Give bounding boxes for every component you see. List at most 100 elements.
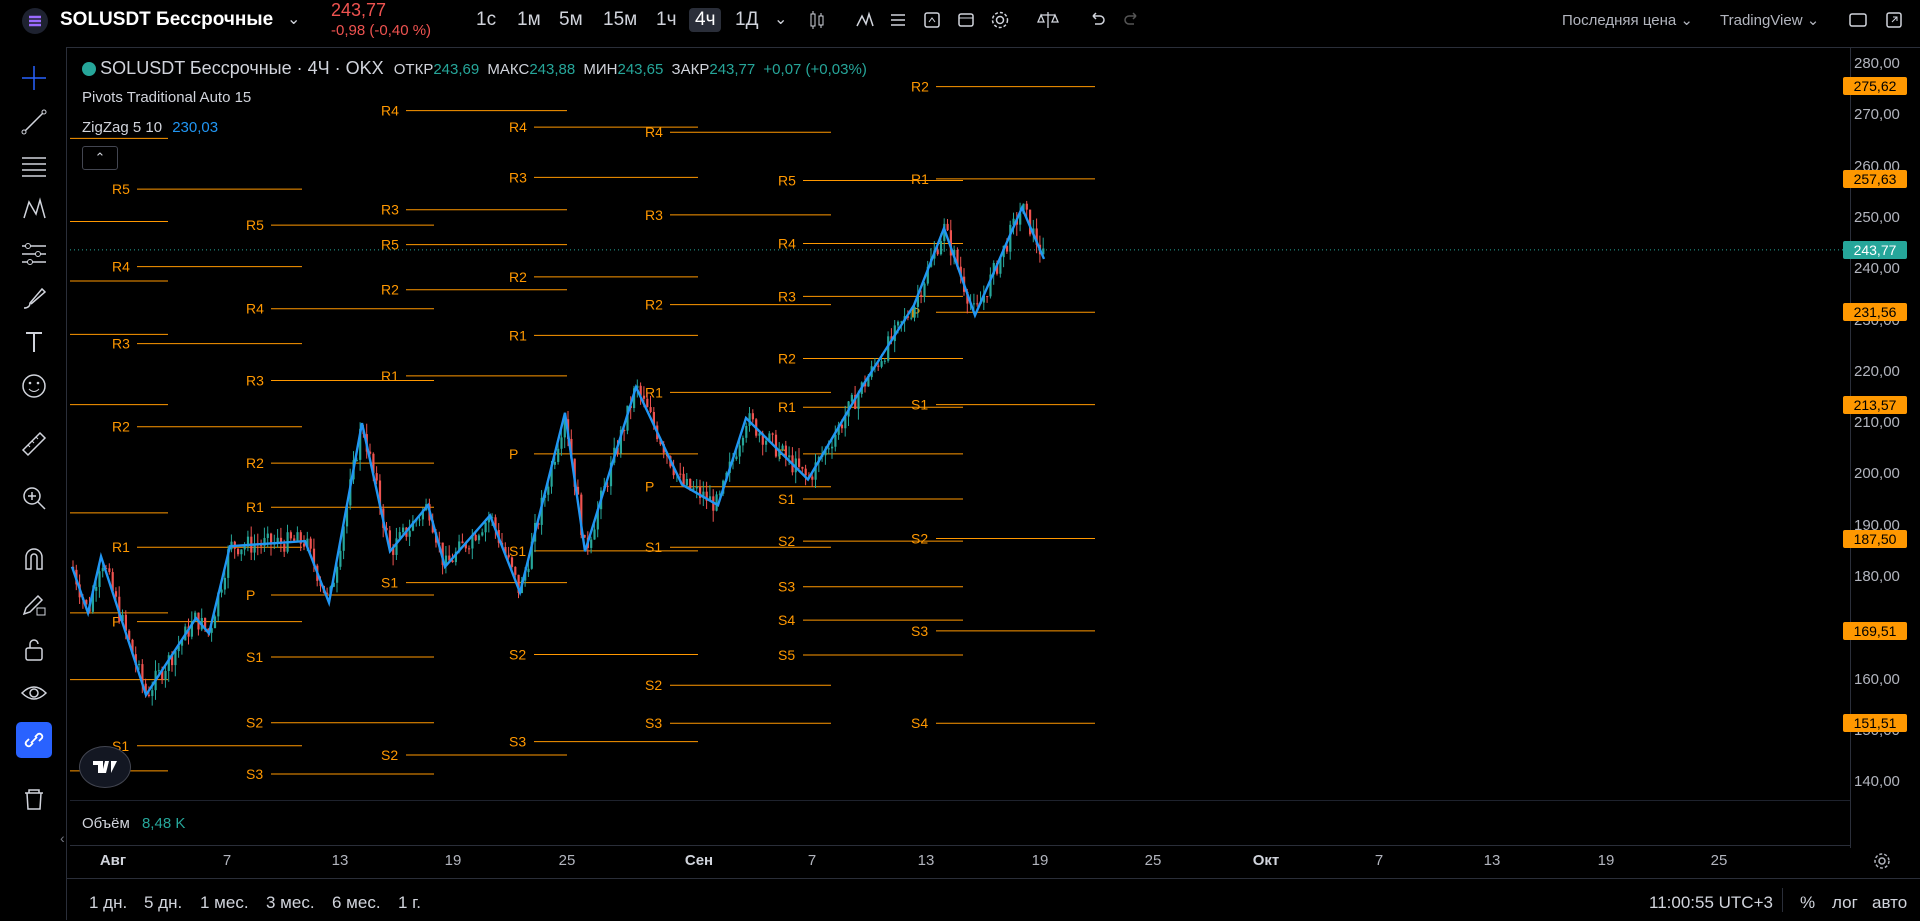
candle-body xyxy=(913,306,916,318)
range-6m[interactable]: 6 мес. xyxy=(332,893,381,913)
last-price: 243,77 xyxy=(331,0,387,20)
magnet-icon[interactable] xyxy=(16,541,52,577)
crosshair-icon[interactable] xyxy=(16,60,52,96)
candle-body xyxy=(685,478,688,486)
eye-icon[interactable] xyxy=(16,675,52,711)
candle-body xyxy=(593,529,596,540)
pivot-level-label: S2 xyxy=(911,531,928,547)
candle-body xyxy=(289,532,292,539)
settings-gear-icon[interactable] xyxy=(986,6,1014,34)
candles-type-icon[interactable] xyxy=(803,6,831,34)
timeframe-1m[interactable]: 1м xyxy=(511,8,547,32)
pivot-level-label: R2 xyxy=(381,282,399,298)
timeframe-1h[interactable]: 1ч xyxy=(650,8,682,32)
clock-timezone[interactable]: 11:00:55 UTC+3 xyxy=(1649,893,1773,913)
candle-body xyxy=(883,360,886,362)
pivot-level-label: S1 xyxy=(778,491,795,507)
trend-line-icon[interactable] xyxy=(16,104,52,140)
pivot-level-label: R3 xyxy=(778,288,796,304)
pivot-level-label: S3 xyxy=(509,734,526,750)
price-level-badge: 231,56 xyxy=(1843,303,1907,322)
ruler-icon[interactable] xyxy=(16,426,52,462)
redo-icon[interactable] xyxy=(1118,6,1146,34)
candle-body xyxy=(877,365,880,367)
symbol-logo-icon[interactable] xyxy=(22,8,48,34)
price-change: -0,98 (-0,40 %) xyxy=(331,22,432,39)
legend-zigzag[interactable]: ZigZag 5 10 230,03 xyxy=(82,119,218,136)
brush-icon[interactable] xyxy=(16,280,52,316)
range-1d[interactable]: 1 дн. xyxy=(89,893,127,913)
emoji-icon[interactable] xyxy=(16,368,52,404)
fib-levels-icon[interactable] xyxy=(16,148,52,184)
timeframe-1s[interactable]: 1с xyxy=(470,8,502,32)
price-tick-label: 200,00 xyxy=(1854,465,1900,483)
tradingview-logo-icon[interactable] xyxy=(79,746,131,788)
candle-body xyxy=(920,295,923,297)
trash-icon[interactable] xyxy=(16,781,52,817)
candle-body xyxy=(243,546,246,550)
zoom-in-icon[interactable] xyxy=(16,480,52,516)
pivot-level-label: P xyxy=(509,446,518,462)
indicators-icon[interactable] xyxy=(851,6,879,34)
text-tool-icon[interactable] xyxy=(16,324,52,360)
timeframe-5m[interactable]: 5м xyxy=(553,8,589,32)
alert-icon[interactable] xyxy=(918,6,946,34)
pivot-level-label: R1 xyxy=(778,399,796,415)
legend-high-label: МАКС xyxy=(487,61,530,78)
collapse-legend-button[interactable]: ⌃ xyxy=(82,146,118,170)
range-5d[interactable]: 5 дн. xyxy=(144,893,182,913)
volume-label: Объём xyxy=(82,815,130,832)
timeframe-4h[interactable]: 4ч xyxy=(689,8,722,32)
candle-body xyxy=(745,425,748,438)
drawing-lock-pencil-icon[interactable] xyxy=(16,586,52,622)
pivot-level-label: S2 xyxy=(509,646,526,662)
chart-canvas[interactable]: R5 R4 R3 R2 R1 P S1 S2 R5 R4 R3 R2 R1 P S1 S2 S3 R5 R4 R3 R2… xyxy=(70,48,1850,800)
fullscreen-window-icon[interactable] xyxy=(1844,6,1872,34)
pivot-level-label: R2 xyxy=(509,269,527,285)
candle-body xyxy=(735,456,738,460)
percent-toggle[interactable]: % xyxy=(1800,893,1815,913)
axis-settings-gear-icon[interactable] xyxy=(1872,851,1892,876)
range-1m[interactable]: 1 мес. xyxy=(200,893,249,913)
projection-icon[interactable] xyxy=(16,236,52,272)
legend-pivots[interactable]: Pivots Traditional Auto 15 xyxy=(82,89,251,106)
pivot-level-label: S2 xyxy=(381,747,398,763)
range-3m[interactable]: 3 мес. xyxy=(266,893,315,913)
time-tick-label: 19 xyxy=(444,852,462,869)
pivot-level-label: R2 xyxy=(645,297,663,313)
candle-body xyxy=(801,466,804,469)
top-toolbar: SOLUSDT Бессрочные ⌄ 243,77 -0,98 (-0,40… xyxy=(0,0,1920,48)
templates-icon[interactable] xyxy=(884,6,912,34)
chevron-down-icon[interactable]: ⌄ xyxy=(287,9,300,29)
time-tick-label: 7 xyxy=(1374,852,1384,869)
provider-select[interactable]: TradingView ⌄ xyxy=(1720,11,1819,29)
collapse-left-icon[interactable]: ‹ xyxy=(60,830,65,846)
candle-body xyxy=(240,549,243,555)
undo-icon[interactable] xyxy=(1083,6,1111,34)
symbol-name[interactable]: SOLUSDT Бессрочные xyxy=(60,9,273,31)
candle-body xyxy=(98,571,101,587)
link-sync-icon[interactable] xyxy=(16,722,52,758)
lock-icon[interactable] xyxy=(16,631,52,667)
chart-pane[interactable]: R5 R4 R3 R2 R1 P S1 S2 R5 R4 R3 R2 R1 P S1 S2 S3 R5 R4 R3 R2… xyxy=(70,48,1850,800)
timeframe-dropdown-icon[interactable]: ⌄ xyxy=(774,9,787,29)
volume-pane-divider xyxy=(70,800,1850,801)
candle-body xyxy=(649,407,652,413)
candle-body xyxy=(939,241,943,255)
candle-body xyxy=(827,448,830,450)
log-toggle[interactable]: лог xyxy=(1832,893,1858,913)
pivot-level-label: S5 xyxy=(778,647,795,663)
range-1y[interactable]: 1 г. xyxy=(398,893,421,913)
pattern-icon[interactable] xyxy=(16,192,52,228)
auto-toggle[interactable]: авто xyxy=(1872,893,1907,913)
expand-icon[interactable] xyxy=(1880,6,1908,34)
pivot-level-label: R4 xyxy=(112,259,130,275)
replay-icon[interactable] xyxy=(952,6,980,34)
price-mode-select[interactable]: Последняя цена ⌄ xyxy=(1562,11,1693,29)
timeframe-1d[interactable]: 1Д xyxy=(729,8,764,32)
pivot-level-label: S2 xyxy=(246,715,263,731)
compare-scales-icon[interactable] xyxy=(1034,6,1062,34)
candle-body xyxy=(213,616,217,629)
timeframe-15m[interactable]: 15м xyxy=(597,8,643,32)
time-tick-label: 13 xyxy=(331,852,349,869)
